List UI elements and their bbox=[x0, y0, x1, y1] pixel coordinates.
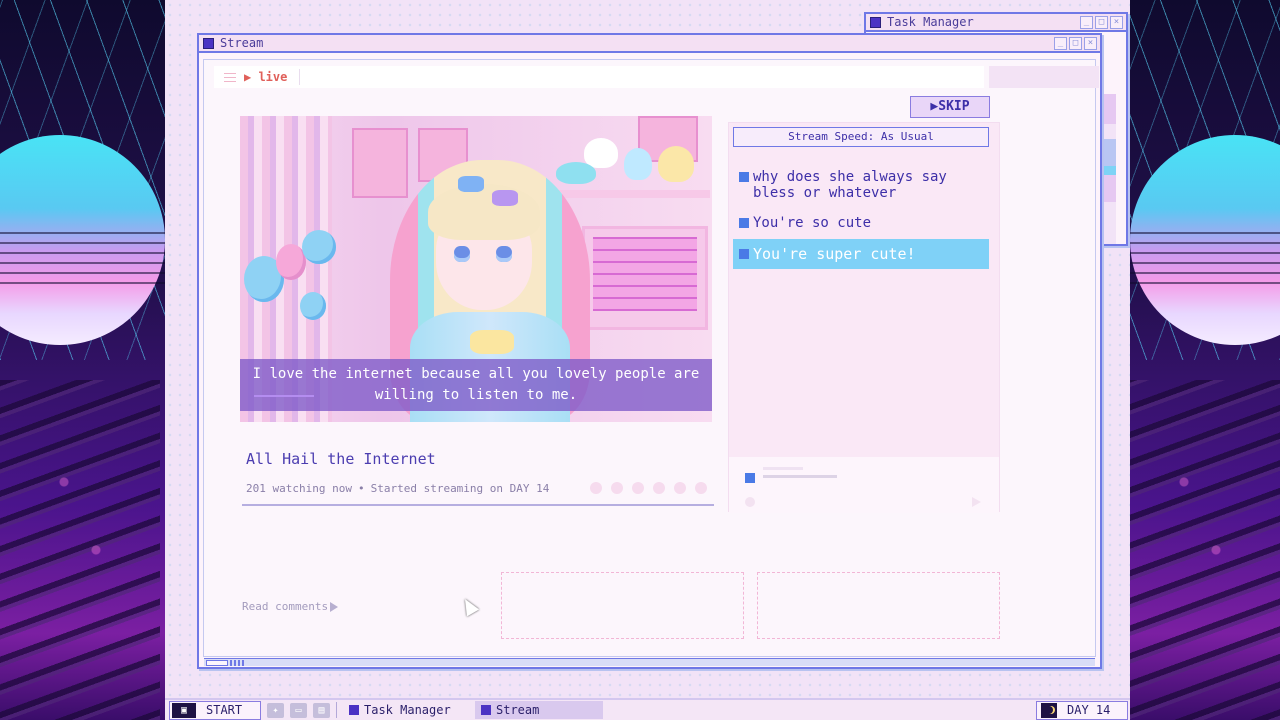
comment-text: You're so cute bbox=[753, 215, 872, 231]
character-bow bbox=[470, 330, 514, 354]
plush-toy bbox=[556, 162, 596, 184]
cable-machinery bbox=[0, 380, 160, 720]
chat-avatar-icon bbox=[745, 473, 755, 483]
window-icon bbox=[203, 37, 214, 49]
skip-label: SKIP bbox=[938, 99, 970, 114]
monitor-icon[interactable]: ▤ bbox=[313, 702, 330, 718]
comment-text: You're super cute! bbox=[753, 245, 916, 263]
stream-content: ▶ live ▶SKIP I love the internet because… bbox=[203, 59, 1099, 666]
plush-toy bbox=[624, 148, 652, 180]
stream-meta: 201 watching now • Started streaming on … bbox=[246, 482, 549, 495]
start-label: START bbox=[206, 703, 243, 717]
window-title: Task Manager bbox=[887, 15, 974, 29]
viewer-count: 201 watching now bbox=[246, 482, 352, 495]
minimize-button[interactable]: _ bbox=[1080, 15, 1093, 29]
comment-bullet-icon bbox=[739, 249, 749, 259]
window-icon bbox=[349, 705, 359, 715]
play-icon bbox=[330, 601, 339, 612]
minimize-button[interactable]: _ bbox=[1054, 36, 1067, 50]
background-left bbox=[0, 0, 170, 720]
stream-video: I love the internet because all you love… bbox=[240, 116, 712, 422]
maximize-button[interactable]: □ bbox=[1069, 36, 1082, 50]
chat-icon[interactable]: ▭ bbox=[290, 702, 307, 718]
stream-titlebar[interactable]: Stream _ □ × bbox=[199, 35, 1100, 53]
comment-text: why does she always say bless or whateve… bbox=[753, 169, 947, 201]
cable-machinery bbox=[1120, 380, 1280, 720]
subtitle-text: I love the internet because all you love… bbox=[252, 366, 700, 403]
comment-item-selected[interactable]: You're super cute! bbox=[733, 239, 989, 269]
day-indicator: DAY 14 bbox=[1036, 700, 1128, 720]
comment-item[interactable]: You're so cute bbox=[733, 215, 989, 231]
task-manager-titlebar[interactable]: Task Manager _ □ × bbox=[866, 14, 1126, 32]
chat-input-area[interactable] bbox=[729, 457, 999, 513]
taskbar: ▣ START ✦ ▭ ▤ Task Manager Stream DAY 14 bbox=[165, 698, 1130, 720]
window-icon bbox=[481, 705, 491, 715]
hair-ribbon bbox=[492, 190, 518, 206]
stream-speed-selector[interactable]: Stream Speed: As Usual bbox=[733, 127, 989, 147]
live-label: live bbox=[258, 70, 288, 84]
room-monitor bbox=[582, 226, 708, 330]
empty-slot bbox=[757, 572, 1000, 639]
character-eye bbox=[496, 246, 512, 262]
subtitle-box: I love the internet because all you love… bbox=[240, 359, 712, 411]
start-button[interactable]: ▣ START bbox=[169, 700, 261, 720]
close-button[interactable]: × bbox=[1084, 36, 1097, 50]
heart-balloon bbox=[302, 230, 336, 264]
empty-slot bbox=[501, 572, 744, 639]
stream-title: All Hail the Internet bbox=[246, 450, 436, 468]
background-right bbox=[1110, 0, 1280, 720]
moon-icon bbox=[1041, 702, 1057, 718]
comment-item[interactable]: why does she always say bless or whateve… bbox=[733, 169, 989, 201]
window-title: Stream bbox=[220, 36, 264, 50]
wall-poster bbox=[352, 128, 408, 198]
window-icon bbox=[870, 16, 881, 28]
stream-start: Started streaming on DAY 14 bbox=[370, 482, 550, 495]
day-label: DAY 14 bbox=[1067, 703, 1111, 717]
read-comments-label: Read comments bbox=[242, 600, 329, 613]
read-comments-link[interactable]: Read comments bbox=[242, 600, 339, 613]
character-eye bbox=[454, 246, 470, 262]
close-button[interactable]: × bbox=[1110, 15, 1123, 29]
window-statusbar bbox=[204, 658, 1095, 666]
heart-balloon bbox=[300, 292, 326, 320]
live-bar: ▶ live bbox=[214, 66, 984, 88]
meta-separator: • bbox=[357, 482, 365, 495]
comment-bullet-icon bbox=[739, 218, 749, 228]
skip-button[interactable]: ▶SKIP bbox=[910, 96, 990, 118]
taskbar-task-manager[interactable]: Task Manager bbox=[343, 701, 471, 719]
stream-window[interactable]: Stream _ □ × ▶ live ▶SKIP I love the int… bbox=[197, 33, 1102, 669]
live-indicator: ▶ live bbox=[244, 70, 288, 84]
comment-bullet-icon bbox=[739, 172, 749, 182]
character-bangs bbox=[428, 184, 540, 240]
taskbar-stream[interactable]: Stream bbox=[475, 701, 603, 719]
maximize-button[interactable]: □ bbox=[1095, 15, 1108, 29]
shelf bbox=[552, 190, 710, 198]
emoji-icon[interactable] bbox=[745, 497, 755, 507]
twitter-icon[interactable]: ✦ bbox=[267, 702, 284, 718]
hair-ribbon bbox=[458, 176, 484, 192]
start-logo-icon: ▣ bbox=[172, 702, 196, 718]
comments-panel: Stream Speed: As Usual why does she alwa… bbox=[728, 122, 1000, 513]
task-label: Stream bbox=[496, 703, 540, 717]
task-label: Task Manager bbox=[364, 703, 451, 717]
plush-toy bbox=[584, 138, 618, 168]
plush-toy bbox=[658, 146, 694, 182]
cursor-icon bbox=[458, 595, 480, 617]
menu-icon[interactable] bbox=[224, 72, 236, 82]
reaction-dots bbox=[590, 482, 707, 494]
send-icon[interactable] bbox=[972, 497, 981, 507]
